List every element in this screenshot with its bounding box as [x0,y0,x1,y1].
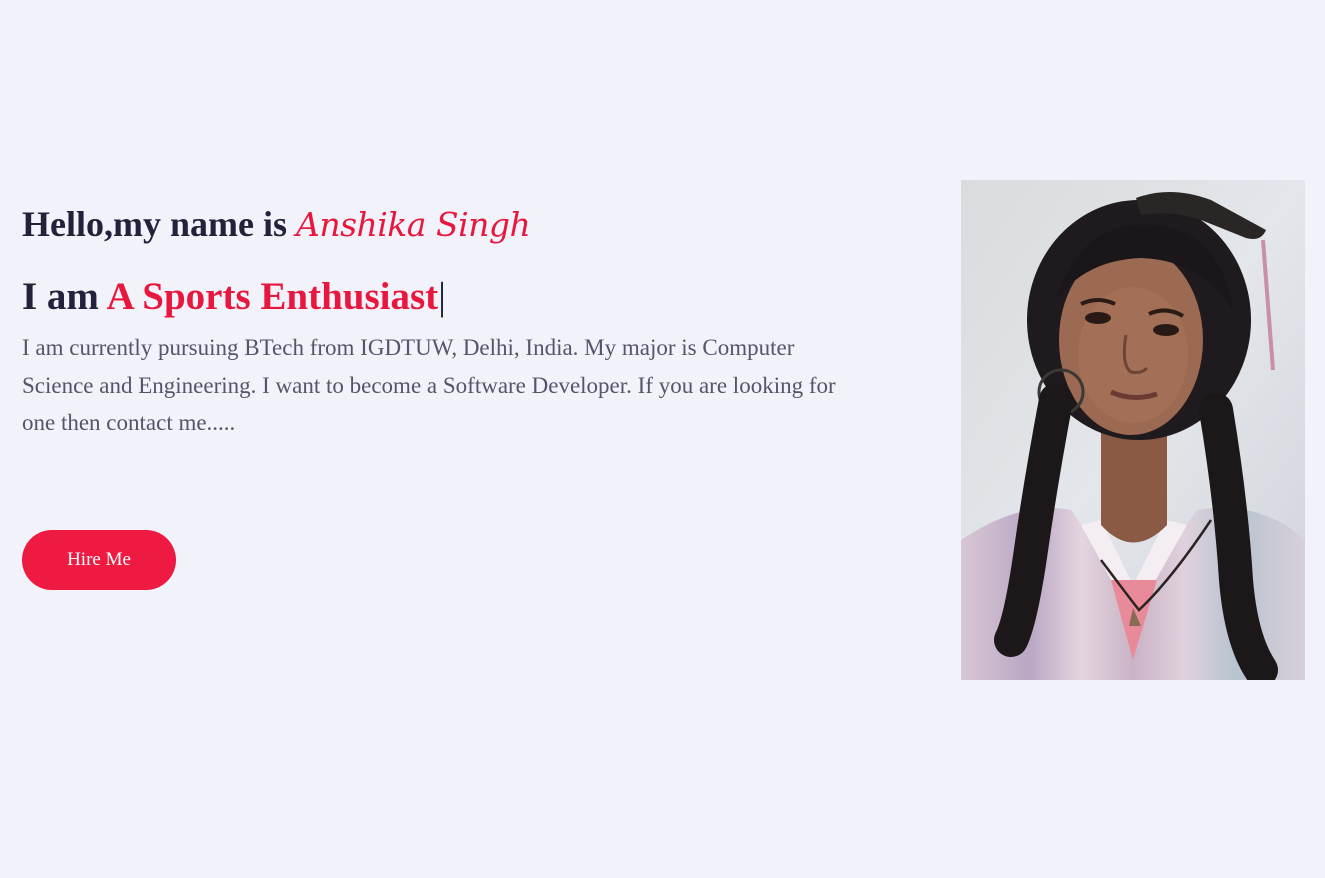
role-heading: I am A Sports Enthusiast| [22,271,842,323]
typed-role: A Sports Enthusiast [106,275,439,318]
owner-name: Anshika Singh [295,205,531,244]
greeting-prefix: Hello,my name is [22,204,287,244]
profile-photo [961,180,1305,680]
typing-cursor: | [438,275,446,318]
hero-section: Hello,my name is Anshika Singh I am A Sp… [22,196,842,442]
hire-me-button[interactable]: Hire Me [22,530,176,590]
role-prefix: I am [22,275,99,318]
greeting-heading: Hello,my name is Anshika Singh [22,196,842,253]
intro-paragraph: I am currently pursuing BTech from IGDTU… [22,335,836,435]
